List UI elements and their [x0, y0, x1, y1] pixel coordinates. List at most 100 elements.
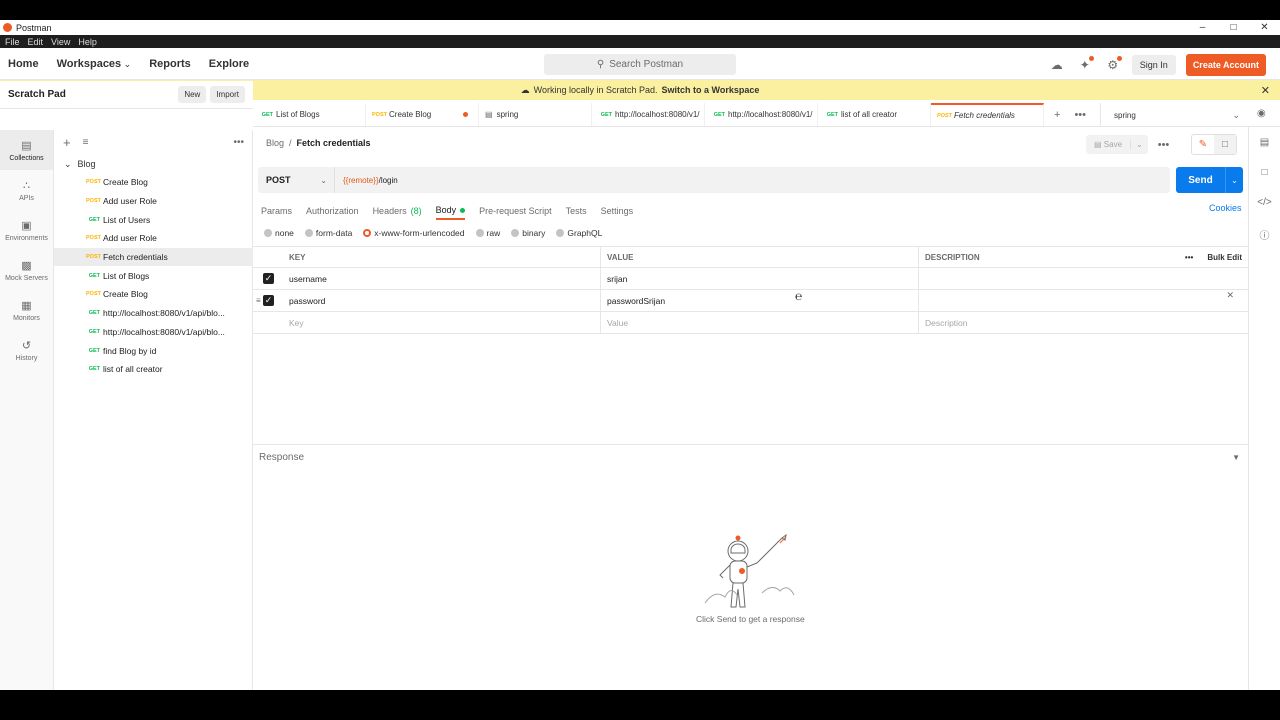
url-input[interactable]: {{remote}}/login	[335, 167, 1170, 193]
nav-home[interactable]: Home	[8, 58, 39, 70]
maximize-button[interactable]: □	[1218, 22, 1249, 33]
new-button[interactable]: New	[178, 86, 207, 103]
bulk-edit-button[interactable]: Bulk Edit	[1207, 253, 1242, 262]
rail-monitors[interactable]: ▦ Monitors	[0, 290, 53, 330]
radio-graphql[interactable]: GraphQL	[556, 228, 602, 238]
send-button[interactable]: Send ⌄	[1176, 167, 1243, 193]
nav-reports[interactable]: Reports	[149, 58, 191, 70]
key-cell[interactable]: password	[284, 290, 601, 311]
tab-body[interactable]: Body	[435, 202, 466, 220]
key-cell[interactable]: username	[284, 268, 601, 289]
radio-binary[interactable]: binary	[511, 228, 545, 238]
tree-request-active[interactable]: POST Fetch credentials	[54, 247, 253, 267]
switch-workspace-link[interactable]: Switch to a Workspace	[662, 85, 760, 95]
tree-request[interactable]: GET List of Blogs	[54, 266, 253, 285]
filter-icon[interactable]: ≡	[83, 137, 89, 148]
code-icon[interactable]: </>	[1257, 197, 1271, 208]
breadcrumb-root[interactable]: Blog	[266, 138, 284, 148]
add-icon[interactable]: +	[63, 135, 71, 150]
radio-none[interactable]: none	[264, 228, 294, 238]
tab-params[interactable]: Params	[261, 202, 292, 220]
rail-collections[interactable]: ▤ Collections	[0, 130, 53, 170]
rail-apis[interactable]: ∴ APIs	[0, 170, 53, 210]
info-icon[interactable]: ⓘ	[1260, 227, 1270, 242]
radio-x-www-form-urlencoded[interactable]: x-www-form-urlencoded	[363, 228, 465, 238]
sign-in-button[interactable]: Sign In	[1131, 55, 1176, 75]
tree-request[interactable]: GET http://localhost:8080/v1/api/blo...	[54, 323, 253, 342]
tab-prerequest-script[interactable]: Pre-request Script	[479, 202, 552, 220]
folder-name: Blog	[77, 159, 96, 169]
value-cell[interactable]: passwordSrijan	[601, 290, 919, 311]
request-tab[interactable]: POST Create Blog	[366, 103, 479, 126]
column-more-icon[interactable]: •••	[1185, 253, 1193, 262]
tree-request[interactable]: GET List of Users	[54, 210, 253, 229]
method-select[interactable]: POST ⌄	[258, 167, 335, 193]
documentation-icon[interactable]: ▤	[1260, 137, 1269, 148]
radio-raw[interactable]: raw	[475, 228, 500, 238]
more-icon[interactable]: •••	[233, 137, 244, 148]
chevron-down-icon[interactable]: ⌄	[1130, 140, 1148, 149]
sidebar-toolbar: + ≡ •••	[54, 131, 253, 153]
menu-edit[interactable]: Edit	[28, 37, 44, 47]
request-more-icon[interactable]: •••	[1158, 139, 1170, 151]
tree-request[interactable]: POST Create Blog	[54, 173, 253, 192]
comment-icon[interactable]: □	[1214, 135, 1236, 154]
value-input[interactable]: Value	[601, 312, 919, 333]
satellite-icon[interactable]: ✦	[1076, 56, 1094, 74]
create-account-button[interactable]: Create Account	[1185, 54, 1266, 76]
settings-gear-icon[interactable]: ⚙	[1104, 56, 1122, 74]
request-tab[interactable]: GET List of Blogs	[253, 103, 366, 126]
new-tab-icon[interactable]: +	[1054, 109, 1060, 121]
value-cell[interactable]: srijan	[601, 268, 919, 289]
tab-more-icon[interactable]: •••	[1074, 109, 1086, 121]
tab-tests[interactable]: Tests	[566, 202, 587, 220]
request-tab[interactable]: GET http://localhost:8080/v1/	[592, 103, 705, 126]
chevron-down-icon[interactable]: ▼	[1232, 453, 1240, 462]
radio-form-data[interactable]: form-data	[304, 228, 352, 238]
tree-request[interactable]: POST Create Blog	[54, 285, 253, 304]
nav-workspaces[interactable]: Workspaces	[57, 58, 132, 70]
tree-request[interactable]: GET find Blog by id	[54, 341, 253, 360]
comments-icon[interactable]: □	[1261, 167, 1267, 178]
description-cell[interactable]	[919, 268, 1248, 289]
nav-explore[interactable]: Explore	[209, 58, 249, 70]
rail-mock-servers[interactable]: ▩ Mock Servers	[0, 250, 53, 290]
menu-file[interactable]: File	[5, 37, 20, 47]
request-tab[interactable]: ▤ spring	[479, 103, 592, 126]
cookies-link[interactable]: Cookies	[1209, 203, 1242, 213]
tab-authorization[interactable]: Authorization	[306, 202, 359, 220]
description-cell[interactable]	[919, 290, 1248, 311]
minimize-button[interactable]: –	[1187, 22, 1218, 33]
search-input[interactable]: ⚲ Search Postman	[544, 54, 736, 75]
request-tab[interactable]: GET http://localhost:8080/v1/	[705, 103, 818, 126]
tab-headers[interactable]: Headers (8)	[373, 202, 422, 220]
request-tab-active[interactable]: POST Fetch credentials	[931, 103, 1044, 126]
menu-view[interactable]: View	[51, 37, 70, 47]
drag-handle-icon[interactable]: ≡	[256, 296, 261, 305]
row-checkbox[interactable]: ✓	[263, 273, 274, 284]
tab-settings[interactable]: Settings	[601, 202, 634, 220]
tree-request[interactable]: POST Add user Role	[54, 229, 253, 248]
row-checkbox[interactable]: ✓	[263, 295, 274, 306]
rail-history[interactable]: ↺ History	[0, 330, 53, 370]
eye-icon[interactable]: ◉	[1257, 108, 1266, 119]
request-tab[interactable]: GET list of all creator	[818, 103, 931, 126]
tree-request[interactable]: GET http://localhost:8080/v1/api/blo...	[54, 304, 253, 323]
tree-request[interactable]: GET list of all creator	[54, 360, 253, 379]
tree-request[interactable]: POST Add user Role	[54, 192, 253, 211]
close-window-button[interactable]: ✕	[1249, 22, 1280, 33]
chevron-down-icon[interactable]: ⌄	[1225, 167, 1243, 193]
folder-blog[interactable]: ⌄ Blog	[54, 155, 253, 173]
pencil-icon[interactable]: ✎	[1192, 135, 1214, 154]
close-icon[interactable]: ✕	[1261, 84, 1270, 97]
key-input[interactable]: Key	[284, 312, 601, 333]
menu-help[interactable]: Help	[78, 37, 97, 47]
rail-environments[interactable]: ▣ Environments	[0, 210, 53, 250]
environment-select[interactable]: spring ⌄	[1100, 103, 1248, 127]
delete-row-icon[interactable]: ✕	[1226, 290, 1234, 301]
description-input[interactable]: Description	[919, 312, 1248, 333]
breadcrumb-current[interactable]: Fetch credentials	[297, 138, 371, 148]
import-button[interactable]: Import	[210, 86, 245, 103]
save-button[interactable]: ▤ Save ⌄	[1086, 135, 1148, 154]
cloud-sync-icon[interactable]: ☁	[1048, 56, 1066, 74]
